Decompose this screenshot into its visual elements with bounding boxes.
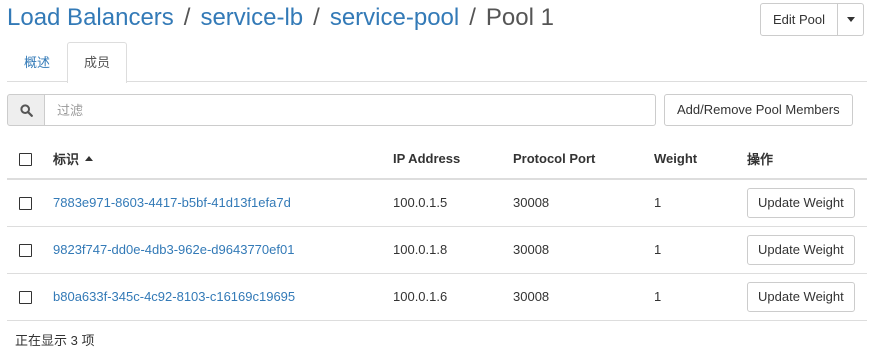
- member-weight-cell: 1: [646, 179, 739, 227]
- breadcrumb-link-load-balancers[interactable]: Load Balancers: [7, 4, 174, 31]
- row-checkbox[interactable]: [19, 291, 32, 305]
- breadcrumb-link-service-lb[interactable]: service-lb: [200, 4, 303, 31]
- add-remove-pool-members-button[interactable]: Add/Remove Pool Members: [664, 94, 853, 126]
- filter-search-button[interactable]: [7, 94, 45, 126]
- column-header-weight: Weight: [646, 138, 739, 180]
- tab-members[interactable]: 成员: [67, 42, 128, 83]
- more-actions-dropdown-button[interactable]: [838, 3, 865, 36]
- update-weight-button[interactable]: Update Weight: [747, 187, 855, 218]
- member-port-cell: 30008: [505, 226, 646, 274]
- breadcrumb-separator: /: [183, 4, 191, 31]
- table-header-row: 标识 IP Address Protocol Port Weight 操作: [7, 138, 867, 180]
- members-table: 标识 IP Address Protocol Port Weight 操作 78…: [7, 138, 867, 321]
- member-ip-cell: 100.0.1.8: [385, 226, 505, 274]
- member-id-link[interactable]: 9823f747-dd0e-4db3-962e-d9643770ef01: [53, 242, 294, 257]
- sort-ascending-icon: [85, 155, 94, 161]
- table-row: 9823f747-dd0e-4db3-962e-d9643770ef01 100…: [7, 226, 867, 274]
- row-select-cell: [7, 226, 45, 274]
- tab-bar: 概述 成员: [7, 42, 867, 83]
- member-port-cell: 30008: [505, 273, 646, 321]
- member-action-cell: Update Weight: [739, 226, 867, 274]
- member-weight-cell: 1: [646, 273, 739, 321]
- member-id-cell: b80a633f-345c-4c92-8103-c16169c19695: [45, 273, 385, 321]
- breadcrumb-separator: /: [313, 4, 320, 31]
- edit-pool-button[interactable]: Edit Pool: [760, 3, 839, 36]
- page-title: Pool 1: [485, 4, 554, 31]
- table-row: 7883e971-8603-4417-b5bf-41d13f1efa7d 100…: [7, 179, 867, 227]
- search-icon: [19, 103, 33, 117]
- update-weight-button[interactable]: Update Weight: [747, 234, 855, 265]
- breadcrumb-link-service-pool[interactable]: service-pool: [330, 4, 459, 31]
- member-ip-cell: 100.0.1.5: [385, 179, 505, 227]
- member-weight-cell: 1: [646, 226, 739, 274]
- select-all-checkbox[interactable]: [19, 152, 32, 166]
- column-header-ip: IP Address: [385, 138, 505, 180]
- breadcrumb: Load Balancers / service-lb / service-pool / P…: [7, 2, 554, 34]
- filter-input[interactable]: [45, 94, 656, 126]
- select-all-cell: [7, 138, 45, 180]
- member-ip-cell: 100.0.1.6: [385, 273, 505, 321]
- item-count-text: 正在显示 3 项: [15, 333, 95, 348]
- row-checkbox[interactable]: [19, 244, 32, 258]
- column-header-id[interactable]: 标识: [45, 138, 385, 180]
- column-header-id-label: 标识: [53, 151, 80, 167]
- column-header-actions: 操作: [739, 138, 867, 180]
- edit-pool-split-button: Edit Pool: [760, 3, 865, 36]
- member-id-cell: 7883e971-8603-4417-b5bf-41d13f1efa7d: [45, 179, 385, 227]
- member-id-cell: 9823f747-dd0e-4db3-962e-d9643770ef01: [45, 226, 385, 274]
- tab-overview[interactable]: 概述: [7, 42, 67, 82]
- row-select-cell: [7, 273, 45, 321]
- breadcrumb-separator: /: [469, 4, 476, 31]
- row-checkbox[interactable]: [19, 197, 32, 211]
- column-header-port: Protocol Port: [505, 138, 646, 180]
- chevron-down-icon: [846, 17, 855, 22]
- member-action-cell: Update Weight: [739, 273, 867, 321]
- member-port-cell: 30008: [505, 179, 646, 227]
- member-id-link[interactable]: b80a633f-345c-4c92-8103-c16169c19695: [53, 289, 295, 304]
- row-select-cell: [7, 179, 45, 227]
- filter-group: [7, 94, 656, 126]
- member-action-cell: Update Weight: [739, 179, 867, 227]
- member-id-link[interactable]: 7883e971-8603-4417-b5bf-41d13f1efa7d: [53, 195, 291, 210]
- update-weight-button[interactable]: Update Weight: [747, 281, 855, 312]
- table-row: b80a633f-345c-4c92-8103-c16169c19695 100…: [7, 273, 867, 321]
